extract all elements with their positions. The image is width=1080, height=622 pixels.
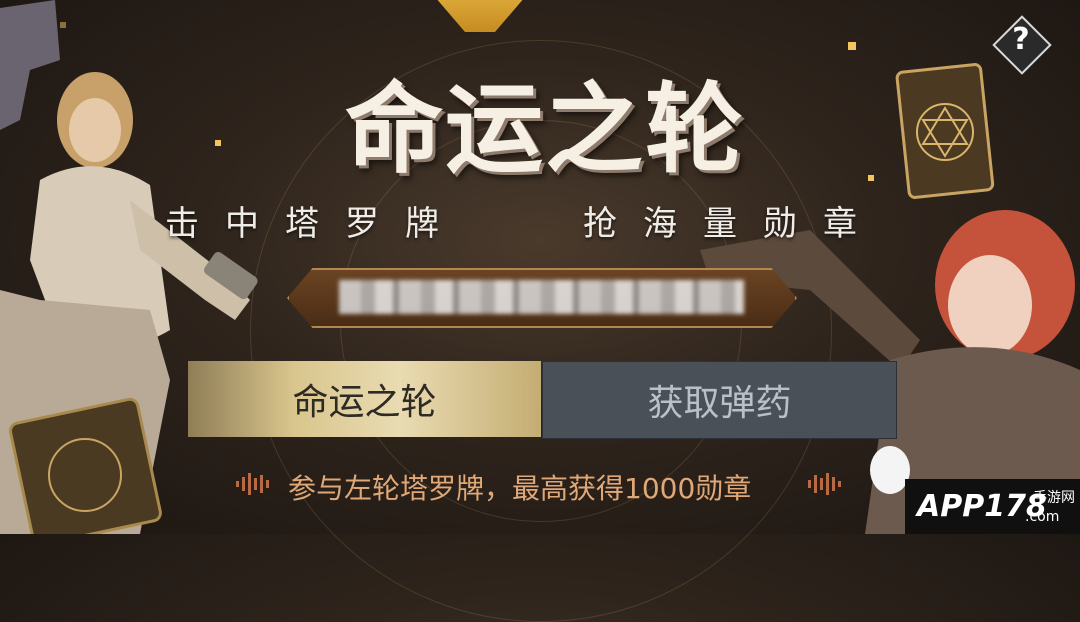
decor-bars-left [236,470,276,498]
subtitle-left: 击中塔罗牌 [165,204,465,244]
sparkle [848,42,856,50]
decor-bars-right [808,470,848,498]
tab-get-ammo[interactable]: 获取弹药 [542,361,897,439]
info-banner [287,268,797,328]
footer-text: 参与左轮塔罗牌，最高获得1000勋章 [288,472,752,505]
watermark-tag: 手游网 [1033,490,1075,506]
question-icon: ? [1012,22,1030,57]
left-character-illustration [0,0,258,534]
blurred-text [339,280,744,314]
page-title: 命运之轮 [344,73,745,187]
watermark-logo: APP178 手游网 .com [905,479,1080,534]
help-button[interactable]: ? [992,15,1052,75]
watermark-site: .com [1025,509,1060,525]
top-medallion [405,0,555,32]
subtitle-right: 抢海量勋章 [583,204,883,244]
tab-wheel-of-fate[interactable]: 命运之轮 [188,361,541,437]
